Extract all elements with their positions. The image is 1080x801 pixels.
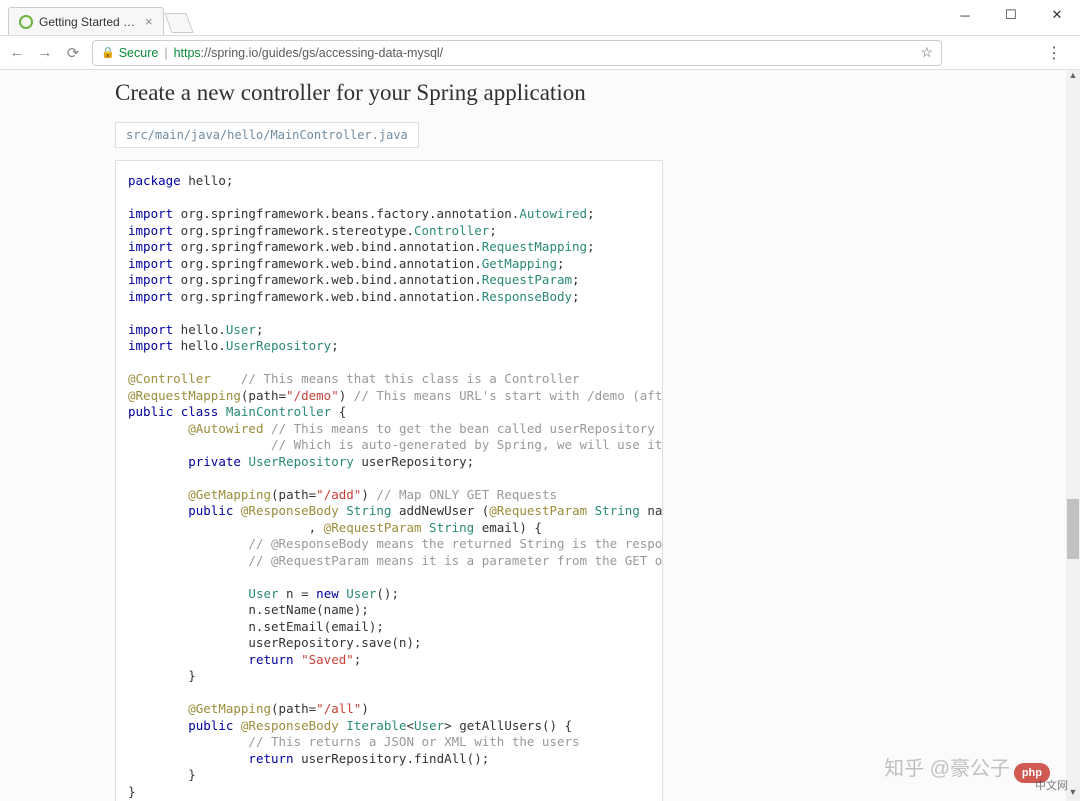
secure-label: Secure [119,46,159,60]
forward-button[interactable]: → [36,44,54,61]
code-listing: package hello; import org.springframewor… [115,160,663,801]
page-vertical-scrollbar[interactable]: ▲ ▼ [1066,70,1080,801]
address-bar: ← → ⟳ 🔒 Secure | https://spring.io/guide… [0,36,1080,70]
close-tab-icon[interactable]: × [145,14,153,29]
section-heading: Create a new controller for your Spring … [115,80,965,106]
browser-tab[interactable]: Getting Started · Access… × [8,7,164,35]
url-path: ://spring.io/guides/gs/accessing-data-my… [201,46,443,60]
source-file-path: src/main/java/hello/MainController.java [115,122,419,148]
bookmark-star-icon[interactable]: ☆ [920,44,933,61]
window-controls: ─ ☐ ✕ [942,0,1080,30]
back-button[interactable]: ← [8,44,26,61]
new-tab-button[interactable] [164,13,193,33]
reload-button[interactable]: ⟳ [64,44,82,62]
spring-favicon [19,15,33,29]
cn-label-watermark: 中文网 [1035,777,1068,793]
browser-menu-icon[interactable]: ⋮ [1046,43,1062,63]
url-input[interactable]: 🔒 Secure | https://spring.io/guides/gs/a… [92,40,942,66]
minimize-button[interactable]: ─ [942,0,988,30]
maximize-button[interactable]: ☐ [988,0,1034,30]
zhihu-watermark: 知乎 @豪公子 [884,752,1010,781]
article-content: Create a new controller for your Spring … [0,70,1080,801]
tab-title: Getting Started · Access… [39,15,139,29]
close-window-button[interactable]: ✕ [1034,0,1080,30]
url-scheme: https [174,46,201,60]
tab-bar: Getting Started · Access… × [0,0,1080,36]
lock-icon: 🔒 [101,46,115,59]
page-viewport: Create a new controller for your Spring … [0,70,1080,801]
secure-indicator: 🔒 Secure [101,46,158,60]
